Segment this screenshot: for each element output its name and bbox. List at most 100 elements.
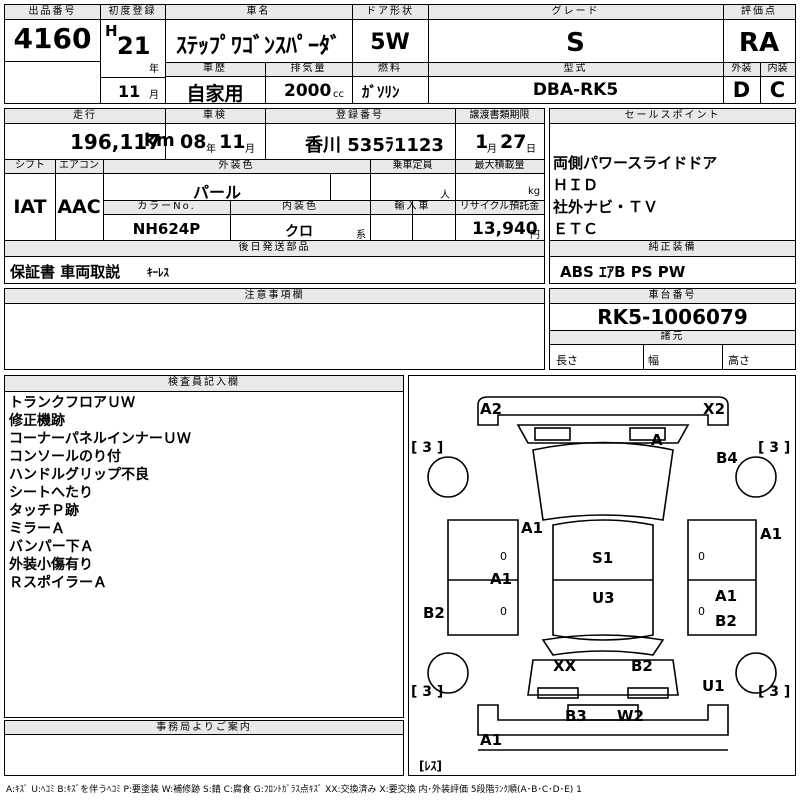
transfer-month-unit: 月 xyxy=(487,144,497,155)
aircon: AAC xyxy=(57,196,101,218)
inspection-month: 11 xyxy=(219,131,246,153)
genuine-equipment: ABS ｴｱB PS PW xyxy=(560,263,686,281)
sales-point: 両側パワースライドドア xyxy=(553,154,718,172)
first-reg-month: 11 xyxy=(118,82,141,101)
width-label: 幅 xyxy=(648,354,659,367)
insp-month-unit: 月 xyxy=(245,144,255,155)
later-parts-label: 後日発送部品 xyxy=(238,242,311,253)
chassis-number: RK5-1006079 xyxy=(597,305,748,329)
genuine-label: 純正装備 xyxy=(648,242,697,253)
year-unit: 年 xyxy=(149,64,159,75)
inspector-note: 外装小傷有り xyxy=(9,557,93,573)
tire-tread: [ 3 ] xyxy=(758,684,791,700)
tire-tread: [ 3 ] xyxy=(758,440,791,456)
lot-number: 4160 xyxy=(13,22,92,55)
capacity-unit: 人 xyxy=(440,190,450,201)
damage-mark: B4 xyxy=(716,449,738,467)
ac-label: エアコン xyxy=(59,160,99,171)
shift: IAT xyxy=(13,196,47,218)
fuel: ｶﾞｿﾘﾝ xyxy=(362,83,400,101)
later-parts: 保証書 車両取説 xyxy=(10,263,121,281)
damage-mark: U1 xyxy=(702,677,725,695)
height-label: 高さ xyxy=(728,354,750,367)
specs-label: 諸元 xyxy=(660,331,685,342)
damage-mark: A1 xyxy=(480,731,503,749)
damage-mark: W2 xyxy=(617,707,644,725)
interior-label: 内装 xyxy=(767,63,788,74)
inspection-year: 08 xyxy=(180,131,207,153)
score-label: 評価点 xyxy=(741,6,777,17)
inspection-label: 車検 xyxy=(203,110,227,121)
zero-mark: 0 xyxy=(500,605,507,618)
sales-point: 社外ナビ・ＴＶ xyxy=(553,198,659,216)
plate-number: 香川 535ﾗ1123 xyxy=(305,135,444,156)
damage-mark: U3 xyxy=(592,589,615,607)
insp-year-unit: 年 xyxy=(206,144,216,155)
model: DBA-RK5 xyxy=(532,80,619,100)
era: H xyxy=(105,22,118,40)
sales-point: ＥＴＣ xyxy=(553,220,599,238)
mileage-label: 走行 xyxy=(73,110,97,121)
chassis-label: 車台番号 xyxy=(648,290,697,301)
damage-mark: B2 xyxy=(631,657,653,675)
damage-mark: B3 xyxy=(565,707,587,725)
cautions-label: 注意事項欄 xyxy=(244,290,305,301)
capacity-label: 乗車定員 xyxy=(392,160,433,171)
sales-point: ＨＩＤ xyxy=(553,176,599,194)
displacement-unit: cc xyxy=(333,89,344,100)
exterior-score: D xyxy=(732,78,751,102)
door-label: ドア形状 xyxy=(366,6,414,17)
recycle-fee: 13,940 xyxy=(472,219,538,239)
grade: S xyxy=(566,28,585,58)
color-label: 外装色 xyxy=(218,160,255,171)
inspector-note: タッチＰ跡 xyxy=(9,503,79,519)
damage-mark: A2 xyxy=(480,400,503,418)
inspector-note: 修正機跡 xyxy=(9,413,65,429)
damage-mark: A1 xyxy=(521,519,544,537)
damage-mark: A xyxy=(651,431,663,449)
length-label: 長さ xyxy=(556,354,578,367)
legend: A:ｷｽﾞ U:ﾍｺﾐ B:ｷｽﾞを伴うﾍｺﾐ P:要塗装 W:補修跡 S:錆 … xyxy=(6,785,582,795)
zero-mark: 0 xyxy=(500,550,507,563)
history-label: 車歴 xyxy=(203,63,227,74)
lot-label: 出品番号 xyxy=(28,6,77,17)
zero-mark: 0 xyxy=(698,605,705,618)
score: RA xyxy=(738,28,780,58)
fuel-label: 燃料 xyxy=(378,63,402,74)
zero-mark: 0 xyxy=(698,550,705,563)
color-no-label: カラーNo. xyxy=(137,201,196,212)
inspector-note: トランクフロアＵＷ xyxy=(9,395,135,411)
month-unit: 月 xyxy=(149,90,159,101)
car-name-label: 車名 xyxy=(246,6,271,17)
interior-color-unit: 系 xyxy=(356,230,366,241)
interior-color: クロ xyxy=(285,224,313,240)
damage-mark: A1 xyxy=(490,570,513,588)
later-parts-extra: ｷｰﾚｽ xyxy=(147,266,169,279)
transfer-day: 27 xyxy=(500,131,527,153)
car-outline xyxy=(427,396,777,751)
spare-tire: [ﾚｽ] xyxy=(419,759,442,773)
door-type: 5W xyxy=(370,30,410,55)
inspector-note: コンソールのり付 xyxy=(9,449,121,465)
mileage-unit: km xyxy=(144,130,175,151)
inspector-note: シートへたり xyxy=(9,485,93,501)
tire-tread: [ 3 ] xyxy=(411,440,444,456)
inspector-note: バンパー下Ａ xyxy=(9,539,94,555)
inspector-note: コーナーパネルインナーＵＷ xyxy=(9,431,191,447)
damage-mark: B2 xyxy=(715,612,737,630)
recycle-label: リサイクル預託金 xyxy=(459,201,540,212)
damage-mark: XX xyxy=(553,657,577,675)
transfer-day-unit: 日 xyxy=(526,144,536,155)
interior-color-label: 内装色 xyxy=(282,201,318,212)
car-name: ｽﾃｯﾌﾟﾜｺﾞﾝｽﾊﾟｰﾀﾞ xyxy=(175,34,341,59)
exterior-label: 外装 xyxy=(731,63,752,74)
damage-mark: B2 xyxy=(423,604,445,622)
recycle-unit: 円 xyxy=(530,230,540,241)
office-label: 事務局よりご案内 xyxy=(156,722,252,733)
inspector-note: ＲスポイラーＡ xyxy=(9,575,107,591)
model-label: 型式 xyxy=(563,63,588,74)
plate-label: 登録番号 xyxy=(336,110,384,121)
displacement: 2000 xyxy=(284,81,332,101)
displacement-label: 排気量 xyxy=(290,63,327,74)
load-unit: kg xyxy=(528,186,541,197)
